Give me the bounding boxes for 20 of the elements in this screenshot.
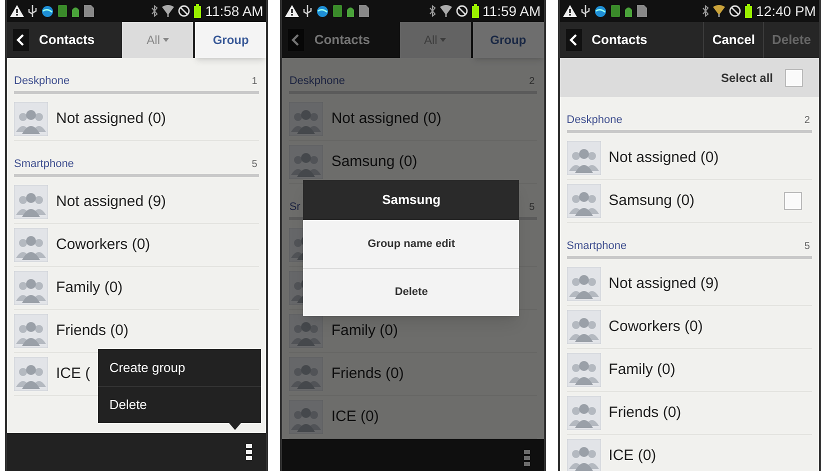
- status-time: 11:59 AM: [482, 4, 541, 18]
- section-count: 5: [252, 158, 258, 172]
- screen-title: Contacts: [39, 31, 95, 50]
- section-header: Deskphone: [14, 74, 70, 88]
- status-time: 11:58 AM: [205, 4, 264, 18]
- section-header: Sr: [289, 200, 300, 214]
- section-count: 2: [529, 75, 536, 89]
- section-header: Smartphone: [566, 238, 627, 254]
- select-all-label: Select all: [720, 70, 773, 86]
- section-count: 5: [804, 240, 811, 254]
- section-header: Deskphone: [289, 74, 345, 88]
- section-header: Deskphone: [566, 112, 622, 128]
- section-count: 2: [804, 114, 811, 128]
- status-time: 12:40 PM: [756, 4, 816, 18]
- section-header: Smartphone: [14, 156, 74, 172]
- section-count: 5: [529, 201, 536, 215]
- dialog-title: Samsung: [303, 180, 520, 220]
- screen-title: Contacts: [314, 31, 370, 50]
- screen-title: Contacts: [592, 31, 648, 50]
- section-count: 1: [252, 75, 258, 89]
